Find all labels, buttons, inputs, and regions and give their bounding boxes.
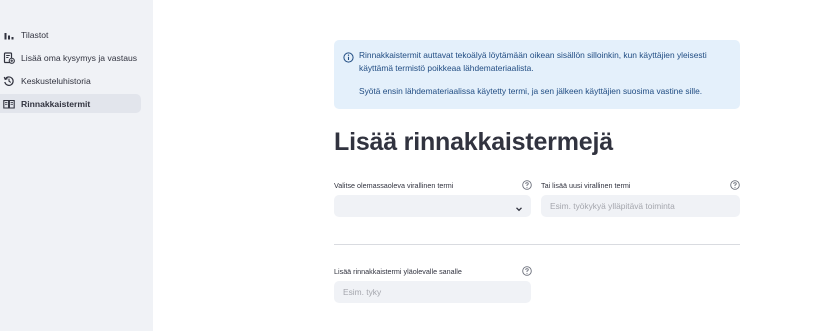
new-term-label: Tai lisää uusi virallinen termi xyxy=(541,181,631,190)
info-text-line: Rinnakkaistermit auttavat tekoälyä löytä… xyxy=(359,50,707,60)
help-icon[interactable] xyxy=(522,180,532,190)
sidebar-item-history[interactable]: Keskusteluhistoria xyxy=(0,71,141,90)
synonym-input[interactable] xyxy=(334,281,531,303)
sidebar-item-label: Rinnakkaistermit xyxy=(21,98,91,109)
sidebar-item-label: Lisää oma kysymys ja vastaus xyxy=(21,52,138,63)
bar-chart-icon xyxy=(3,29,15,41)
synonym-label: Lisää rinnakkaistermi yläolevalle sanall… xyxy=(334,267,462,276)
add-document-icon xyxy=(3,51,15,64)
divider xyxy=(334,244,740,245)
page-title: Lisää rinnakkaistermejä xyxy=(334,128,613,156)
new-term-input[interactable] xyxy=(541,195,740,217)
book-icon xyxy=(3,98,15,110)
history-icon xyxy=(3,75,15,87)
existing-term-select[interactable] xyxy=(334,195,531,217)
help-icon[interactable] xyxy=(522,266,532,276)
sidebar: Tilastot Lisää oma kysymys ja vastaus Ke… xyxy=(0,0,153,331)
info-text-line: Syötä ensin lähdemateriaalissa käytetty … xyxy=(359,86,703,96)
sidebar-item-tilastot[interactable]: Tilastot xyxy=(0,25,141,44)
sidebar-item-add-question[interactable]: Lisää oma kysymys ja vastaus xyxy=(0,48,141,67)
sidebar-item-label: Keskusteluhistoria xyxy=(21,75,91,86)
info-text-line: käyttämä termistö poikkeaa lähdemateriaa… xyxy=(359,63,534,73)
chevron-down-icon xyxy=(514,201,524,212)
info-alert: Rinnakkaistermit auttavat tekoälyä löytä… xyxy=(334,40,740,109)
sidebar-item-label: Tilastot xyxy=(21,29,49,40)
info-icon xyxy=(343,50,354,63)
help-icon[interactable] xyxy=(730,180,740,190)
select-label: Valitse olemassaoleva virallinen termi xyxy=(334,181,454,190)
sidebar-item-rinnakkaistermit[interactable]: Rinnakkaistermit xyxy=(0,94,141,113)
